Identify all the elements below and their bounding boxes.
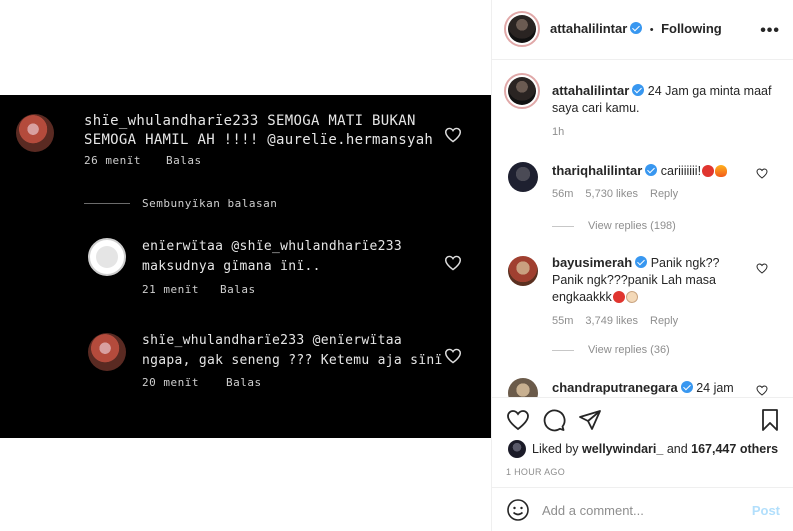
comment-likes[interactable]: 3,749 likes — [585, 315, 638, 327]
angry-face-emoji-icon — [612, 291, 625, 303]
more-options-icon[interactable]: ••• — [760, 22, 780, 40]
save-bookmark-icon[interactable] — [758, 408, 782, 432]
comments-list[interactable]: attahalilintar 24 Jam ga minta maaf saya… — [492, 61, 793, 397]
comment-username[interactable]: bayusimerah — [552, 255, 632, 270]
media-reply1-line1: enïerwïtaa @shïe_whulandharïe233 — [142, 239, 403, 254]
liked-by-label: Liked by — [532, 442, 579, 456]
commenter-avatar[interactable] — [508, 162, 538, 192]
media-reply2-line1: shïe_whulandharïe233 @enïerwïtaa — [142, 333, 403, 348]
media-reply2-avatar — [88, 333, 126, 371]
comment-username[interactable]: chandraputranegara — [552, 380, 678, 395]
emoji-smiley-icon[interactable] — [506, 498, 530, 522]
likes-summary: Liked by wellywindari_ and 167,447 other… — [532, 442, 778, 456]
author-username[interactable]: attahalilintar — [550, 21, 627, 36]
comment-meta: 56m 5,730 likes Reply — [552, 188, 690, 200]
caption-text: attahalilintar 24 Jam ga minta maaf saya… — [552, 82, 777, 117]
media-heart-icon — [444, 348, 462, 364]
commenter-avatar[interactable] — [508, 378, 538, 397]
comment-reply-button[interactable]: Reply — [650, 188, 678, 200]
media-hide-replies: Sembunyïkan balasan — [142, 197, 278, 210]
comment-like-heart-icon[interactable] — [756, 168, 768, 179]
media-reply2-reply: Balas — [226, 376, 262, 389]
comment-body: 24 jam — [696, 381, 734, 395]
caption-username[interactable]: attahalilintar — [552, 83, 629, 98]
caption-line2: saya cari kamu. — [552, 101, 640, 115]
media-reply2-line2: ngapa, gak seneng ??? Ketemu aja sïnï — [142, 353, 443, 368]
verified-badge-icon — [680, 381, 693, 393]
comment-body-line3: engkaakkk — [552, 290, 612, 304]
post-comment-button[interactable]: Post — [752, 503, 780, 518]
media-heart-icon — [444, 127, 462, 143]
post-actions: Liked by wellywindari_ and 167,447 other… — [492, 397, 793, 487]
media-hide-line — [84, 203, 130, 204]
media-reply1-time: 21 menït — [142, 283, 199, 296]
commenter-avatar[interactable] — [508, 256, 538, 286]
comment-likes[interactable]: 5,730 likes — [585, 188, 638, 200]
comment-username[interactable]: thariqhalilintar — [552, 163, 642, 178]
fist-emoji-icon — [625, 291, 638, 303]
media-reply1-line2: maksudnya gïmana ïnï.. — [142, 259, 321, 274]
verified-badge-icon — [645, 164, 658, 176]
comment-like-heart-icon[interactable] — [756, 263, 768, 274]
media-comment-line2: SEMOGA HAMIL AH !!!! @aurelïe.hermansyah — [84, 132, 434, 148]
post-image[interactable]: shïe_whulandharïe233 SEMOGA MATI BUKAN S… — [0, 95, 491, 438]
fire-emoji-icon — [715, 165, 728, 177]
media-reply1-reply: Balas — [220, 283, 256, 296]
angry-face-emoji-icon — [702, 165, 715, 177]
verified-badge-icon — [635, 256, 648, 268]
media-reply1-avatar — [88, 238, 126, 276]
post-media-area: shïe_whulandharïe233 SEMOGA MATI BUKAN S… — [0, 0, 491, 531]
media-heart-icon — [444, 255, 462, 271]
post-header: attahalilintar • Following ••• — [492, 0, 793, 60]
media-comment-avatar — [16, 114, 54, 152]
media-comment-time: 26 menït — [84, 154, 141, 167]
and-label: and — [666, 442, 688, 456]
liker-avatar[interactable] — [508, 440, 526, 458]
comment-like-heart-icon[interactable] — [756, 385, 768, 396]
instagram-post: shïe_whulandharïe233 SEMOGA MATI BUKAN S… — [0, 0, 793, 531]
following-button[interactable]: Following — [661, 21, 722, 36]
comment-body-line1: Panik ngk?? — [650, 256, 720, 270]
comment-text: chandraputranegara 24 jam — [552, 379, 734, 397]
comment-body: cariiiiiii! — [660, 164, 702, 178]
comment-meta: 55m 3,749 likes Reply — [552, 315, 690, 327]
author-line: attahalilintar • Following — [550, 20, 722, 38]
caption-line1: 24 Jam ga minta maaf — [647, 84, 772, 98]
author-avatar[interactable] — [504, 11, 540, 47]
view-replies-button[interactable]: View replies (198) — [552, 220, 676, 232]
like-heart-icon[interactable] — [506, 408, 530, 432]
comment-text: thariqhalilintar cariiiiiii! — [552, 162, 728, 180]
comment-body-line2: Panik ngk???panik Lah masa — [552, 273, 717, 287]
caption-avatar[interactable] — [504, 73, 540, 109]
share-send-icon[interactable] — [578, 408, 602, 432]
view-replies-button[interactable]: View replies (36) — [552, 344, 670, 356]
liker-username[interactable]: wellywindari_ — [582, 442, 663, 456]
comment-time: 55m — [552, 315, 574, 327]
add-comment-bar: Post — [492, 487, 793, 531]
comment-bubble-icon[interactable] — [542, 408, 566, 432]
post-side-panel: attahalilintar • Following ••• attahalil… — [491, 0, 793, 531]
comment-time: 56m — [552, 188, 574, 200]
media-reply2-time: 20 menït — [142, 376, 199, 389]
verified-badge-icon — [630, 22, 643, 34]
likes-count[interactable]: 167,447 others — [691, 442, 778, 456]
media-comment-reply: Balas — [166, 154, 202, 167]
verified-badge-icon — [632, 84, 645, 96]
post-timestamp: 1 HOUR AGO — [506, 467, 566, 477]
media-comment-line1: shïe_whulandharïe233 SEMOGA MATI BUKAN — [84, 113, 416, 129]
comment-input[interactable] — [542, 500, 742, 520]
comment-reply-button[interactable]: Reply — [650, 315, 678, 327]
comment-text: bayusimerah Panik ngk?? Panik ngk???pani… — [552, 254, 752, 306]
caption-time: 1h — [552, 126, 565, 138]
separator-dot: • — [649, 24, 654, 36]
